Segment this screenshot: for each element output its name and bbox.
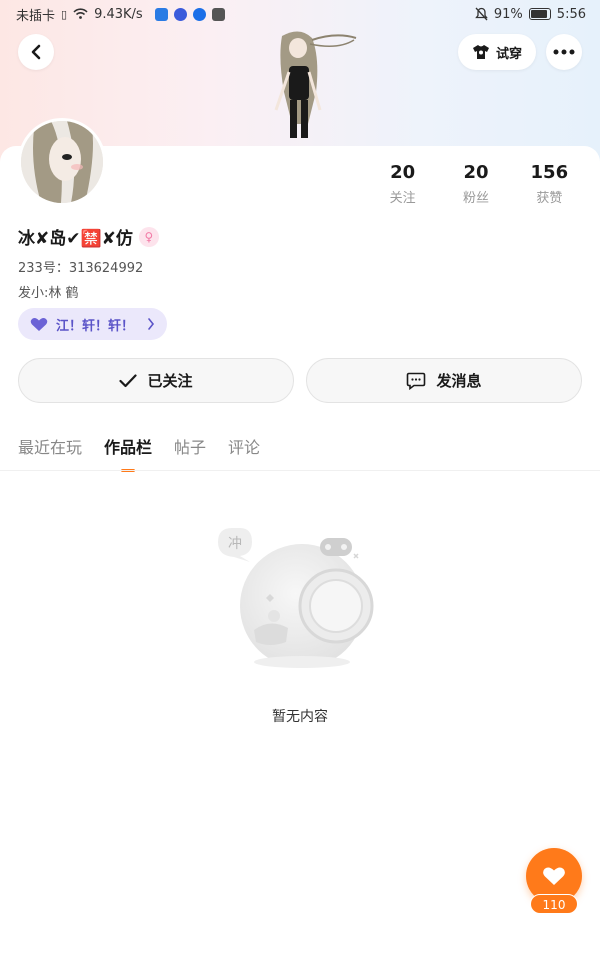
heart-icon — [543, 867, 565, 885]
stat-following[interactable]: 20 关注 — [366, 162, 439, 206]
more-dots-icon — [553, 49, 575, 55]
stat-likes-label: 获赞 — [536, 191, 563, 206]
stat-fans-label: 粉丝 — [462, 191, 489, 206]
app-notification-icon — [192, 7, 206, 21]
chevron-right-icon — [148, 318, 155, 330]
followed-label: 已关注 — [147, 372, 193, 390]
stat-likes[interactable]: 156 获赞 — [513, 162, 586, 206]
empty-state-illustration: 冲 — [218, 528, 374, 668]
like-count-badge: 110 — [530, 894, 578, 914]
send-message-label: 发消息 — [436, 372, 482, 390]
username: 冰✘岛✔🈲✘仿 — [18, 229, 133, 249]
stat-likes-count: 156 — [530, 162, 569, 183]
status-bar: 未插卡 ▯ 9.43K/s 91% 5:56 — [0, 0, 600, 28]
user-id[interactable]: 233号：313624992 — [18, 257, 143, 276]
stat-following-count: 20 — [390, 162, 416, 183]
tab-posts[interactable]: 帖子 — [174, 434, 206, 472]
avatar[interactable] — [18, 118, 106, 206]
more-button[interactable] — [546, 34, 582, 70]
chevron-left-icon — [31, 44, 41, 60]
chat-bubble-icon — [407, 372, 426, 390]
sim-icon: ▯ — [61, 7, 68, 21]
followed-button[interactable]: 已关注 — [18, 358, 294, 403]
clock: 5:56 — [556, 6, 586, 22]
app-notification-icon — [154, 7, 168, 21]
back-button[interactable] — [18, 34, 54, 70]
battery-percent: 91% — [493, 6, 523, 22]
try-on-label: 试穿 — [495, 46, 522, 62]
app-notification-icon — [173, 7, 187, 21]
avatar-image — [21, 121, 103, 203]
stat-fans-count: 20 — [463, 162, 489, 183]
fan-medal-badge[interactable]: 江！轩！轩！ — [18, 308, 167, 340]
tabs-divider — [0, 470, 600, 471]
username-row: 冰✘岛✔🈲✘仿 ♀ — [18, 224, 159, 249]
mute-bell-icon — [475, 7, 488, 21]
tab-comments[interactable]: 评论 — [228, 434, 260, 472]
stat-fans[interactable]: 20 粉丝 — [439, 162, 512, 206]
stat-following-label: 关注 — [389, 191, 416, 206]
tab-works-label: 作品栏 — [104, 438, 153, 457]
female-gender-icon: ♀ — [138, 226, 159, 247]
wifi-icon — [73, 8, 88, 19]
fan-medal-label: 江！轩！轩！ — [56, 318, 135, 334]
net-speed: 9.43K/s — [94, 6, 143, 22]
empty-state-text: 暂无内容 — [272, 709, 328, 725]
profile-tabs: 最近在玩 作品栏 帖子 评论 — [18, 434, 260, 472]
send-message-button[interactable]: 发消息 — [306, 358, 582, 403]
tab-recently-played[interactable]: 最近在玩 — [18, 434, 82, 472]
mail-notification-icon — [211, 7, 225, 21]
checkmark-icon — [119, 373, 138, 387]
try-on-button[interactable]: 试穿 — [458, 34, 536, 70]
heart-icon — [30, 317, 48, 331]
battery-icon — [528, 8, 551, 20]
bio: 发小:林 鹤 — [18, 286, 79, 301]
empty-state-badge-text: 冲 — [228, 536, 242, 552]
carrier-text: 未插卡 — [16, 8, 56, 24]
profile-stats: 20 关注 20 粉丝 156 获赞 — [366, 162, 586, 206]
tshirt-icon — [472, 45, 489, 59]
avatar-3d-character-image — [274, 31, 357, 138]
tab-works[interactable]: 作品栏 — [104, 434, 152, 472]
